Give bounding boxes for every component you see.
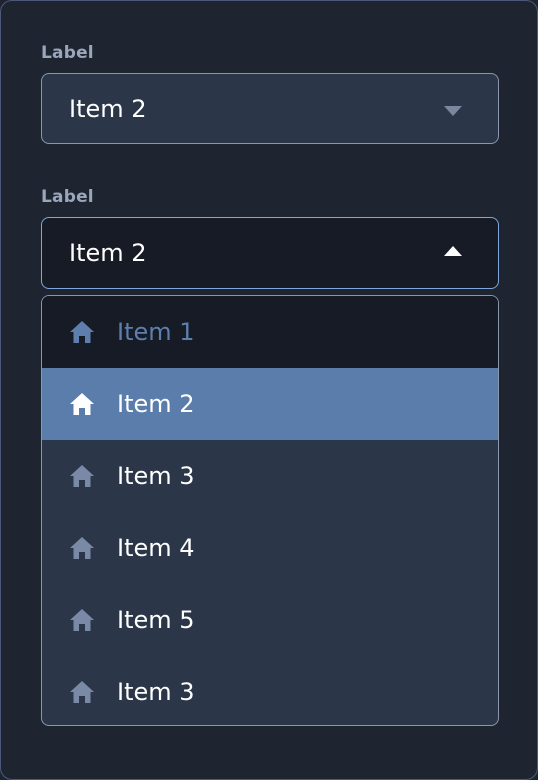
home-icon bbox=[69, 536, 95, 560]
home-icon bbox=[69, 608, 95, 632]
menu-item-label: Item 3 bbox=[117, 462, 195, 490]
menu-item-label: Item 1 bbox=[117, 318, 195, 346]
menu-item[interactable]: Item 1 bbox=[42, 296, 498, 368]
home-icon bbox=[69, 464, 95, 488]
chevron-down-icon bbox=[444, 105, 462, 116]
dropdown-menu: Item 1 Item 2 Item 3 Item 4 Item 5 Item … bbox=[41, 295, 499, 726]
chevron-up-icon bbox=[444, 246, 462, 256]
dropdown-closed[interactable]: Item 2 bbox=[41, 73, 499, 144]
field-label-1: Label bbox=[41, 43, 94, 63]
menu-item-label: Item 5 bbox=[117, 606, 195, 634]
dropdown-value: Item 2 bbox=[69, 239, 147, 267]
dropdown-open[interactable]: Item 2 bbox=[41, 217, 499, 289]
home-icon bbox=[69, 320, 95, 344]
home-icon bbox=[69, 392, 95, 416]
menu-item-label: Item 3 bbox=[117, 678, 195, 706]
menu-item-label: Item 4 bbox=[117, 534, 195, 562]
dropdown-panel: Label Item 2 Label Item 2 Item 1 Item 2 … bbox=[0, 0, 538, 780]
menu-item[interactable]: Item 3 bbox=[42, 656, 498, 725]
menu-item[interactable]: Item 5 bbox=[42, 584, 498, 656]
menu-item[interactable]: Item 4 bbox=[42, 512, 498, 584]
field-label-2: Label bbox=[41, 187, 94, 207]
menu-item[interactable]: Item 2 bbox=[42, 368, 498, 440]
dropdown-value: Item 2 bbox=[69, 94, 147, 123]
menu-item[interactable]: Item 3 bbox=[42, 440, 498, 512]
menu-item-label: Item 2 bbox=[117, 390, 195, 418]
home-icon bbox=[69, 680, 95, 704]
